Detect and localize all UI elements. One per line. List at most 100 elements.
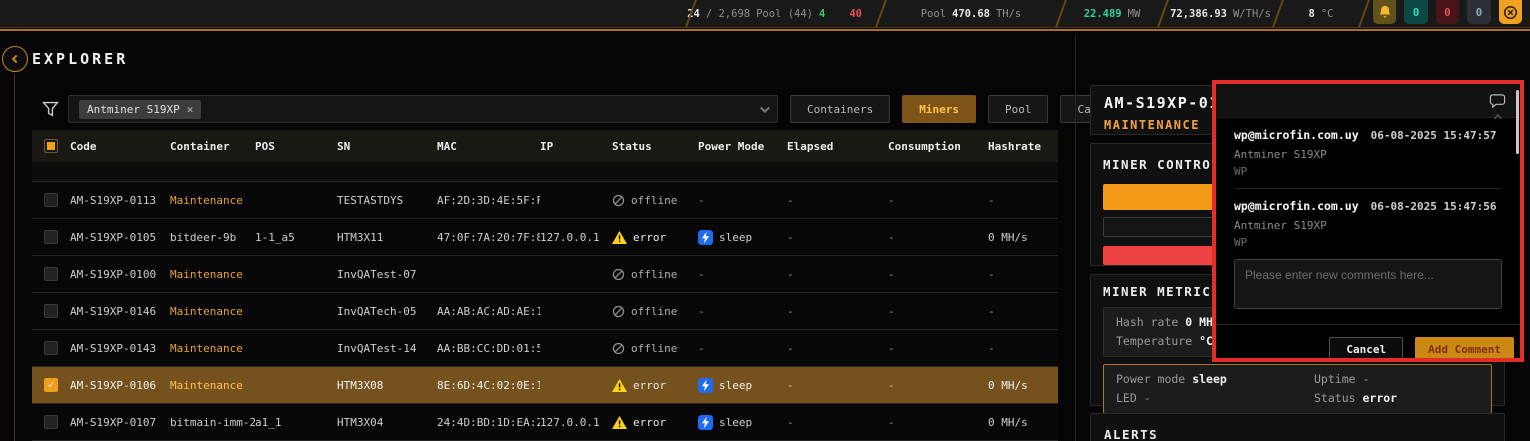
chevron-down-icon[interactable] bbox=[760, 103, 770, 113]
table-row[interactable]: AM-S19XP-0107bitmain-imm-2a1_1HTM3X0424:… bbox=[32, 404, 1058, 441]
filter-row: Antminer S19XP × ContainersMinersPoolCab… bbox=[42, 95, 71, 123]
comment-subject: Antminer S19XP bbox=[1234, 148, 1502, 161]
cell-power-mode: - bbox=[698, 194, 787, 207]
comment-divider bbox=[1234, 188, 1502, 189]
cell-hashrate: 0 MH/s bbox=[988, 379, 1058, 392]
cell-sn: HTM3X11 bbox=[337, 231, 437, 244]
comment-bubble-icon[interactable] bbox=[1489, 93, 1506, 109]
dismiss-button[interactable] bbox=[1499, 0, 1522, 24]
row-checkbox[interactable] bbox=[44, 267, 58, 281]
table-header-row: CodeContainerPOSSNMACIPStatusPower ModeE… bbox=[32, 130, 1058, 162]
cell-container: Maintenance bbox=[170, 379, 255, 392]
notifications-button[interactable] bbox=[1373, 0, 1396, 24]
cell-hashrate: - bbox=[988, 194, 1058, 207]
cell-mac: AF:2D:3D:4E:5F:FD bbox=[437, 194, 540, 207]
table-row[interactable]: AM-S19XP-0105bitdeer-9b1-1_a5HTM3X1147:0… bbox=[32, 219, 1058, 256]
error-warning-icon bbox=[612, 231, 627, 244]
cell-sn: InvQATech-05 bbox=[337, 305, 437, 318]
cell-mac: AA:AB:AC:AD:AE:12 bbox=[437, 305, 540, 318]
panel-left-border bbox=[14, 74, 15, 441]
view-button-containers[interactable]: Containers bbox=[790, 95, 890, 123]
row-checkbox[interactable] bbox=[44, 341, 58, 355]
sleep-mode-icon bbox=[698, 378, 713, 393]
comments-body: wp@microfin.com.uy 06-08-2025 15:47:57 A… bbox=[1216, 118, 1520, 362]
cell-code: AM-S19XP-0143 bbox=[70, 342, 170, 355]
led-label: LED bbox=[1116, 391, 1137, 405]
cell-sn: InvQATest-14 bbox=[337, 342, 437, 355]
row-checkbox[interactable] bbox=[44, 230, 58, 244]
cell-consumption: - bbox=[888, 416, 988, 429]
efficiency: 72,386.93 W/TH/s bbox=[1164, 0, 1277, 27]
cancel-button[interactable]: Cancel bbox=[1329, 337, 1403, 362]
view-button-pool[interactable]: Pool bbox=[988, 95, 1049, 123]
table-row[interactable]: AM-S19XP-0113MaintenanceTESTASTDYSAF:2D:… bbox=[32, 182, 1058, 219]
chevron-left-icon bbox=[12, 55, 20, 63]
sleep-mode-icon bbox=[698, 230, 713, 245]
cell-mac: 24:4D:BD:1D:EA:21 bbox=[437, 416, 540, 429]
status-text: offline bbox=[631, 342, 677, 355]
miner-explorer-screen: 24 / 2,698 Pool (44) 4 40 Pool 470.68 TH… bbox=[0, 0, 1530, 441]
row-checkbox[interactable] bbox=[44, 193, 58, 207]
row-checkbox[interactable] bbox=[44, 415, 58, 429]
cell-container: Maintenance bbox=[170, 268, 255, 281]
cell-elapsed: - bbox=[787, 194, 888, 207]
cell-consumption: - bbox=[888, 379, 988, 392]
cell-mac: AA:BB:CC:DD:01:5F bbox=[437, 342, 540, 355]
cell-status: error bbox=[612, 379, 698, 392]
led-line: LED - bbox=[1116, 389, 1314, 408]
scrollbar-thumb[interactable] bbox=[1516, 90, 1519, 154]
power-consumption: 22.489 MW bbox=[1062, 0, 1162, 27]
cell-container: Maintenance bbox=[170, 342, 255, 355]
filter-icon bbox=[42, 101, 59, 118]
column-header-pos: POS bbox=[255, 140, 337, 153]
column-header-elapsed: Elapsed bbox=[787, 140, 888, 153]
led-value: - bbox=[1144, 391, 1151, 405]
power-mode-text: sleep bbox=[719, 379, 752, 392]
status-text: error bbox=[633, 379, 666, 392]
cell-hashrate: - bbox=[988, 305, 1058, 318]
cell-code: AM-S19XP-0107 bbox=[70, 416, 170, 429]
table-row[interactable]: AM-S19XP-0143Maintenance InvQATest-14AA:B… bbox=[32, 330, 1058, 367]
column-header-power-mode: Power Mode bbox=[698, 140, 787, 153]
table-row[interactable]: AM-S19XP-0100MaintenanceInvQATest-07offl… bbox=[32, 256, 1058, 293]
column-header-status: Status bbox=[612, 140, 698, 153]
cell-hashrate: 0 MH/s bbox=[988, 231, 1058, 244]
cell-pos: a1_1 bbox=[255, 416, 337, 429]
status-text: error bbox=[633, 231, 666, 244]
power-mode-label: Power mode bbox=[1116, 372, 1185, 386]
column-header-sn: SN bbox=[337, 140, 437, 153]
cell-power-mode: sleep bbox=[698, 230, 787, 245]
add-comment-button[interactable]: Add Comment bbox=[1415, 337, 1514, 362]
efficiency-unit: W/TH/s bbox=[1233, 8, 1271, 20]
red-counter-badge[interactable]: 0 bbox=[1436, 0, 1459, 24]
teal-counter-badge[interactable]: 0 bbox=[1404, 0, 1427, 24]
comment-subject: Antminer S19XP bbox=[1234, 219, 1502, 232]
uptime-line: Uptime - bbox=[1314, 370, 1479, 389]
table-row[interactable]: AM-S19XP-0106MaintenanceHTM3X088E:6D:4C:… bbox=[32, 367, 1058, 404]
new-comment-input[interactable] bbox=[1234, 259, 1502, 309]
error-warning-icon bbox=[612, 379, 627, 392]
cell-consumption: - bbox=[888, 268, 988, 281]
miners-table: CodeContainerPOSSNMACIPStatusPower ModeE… bbox=[32, 130, 1058, 441]
row-checkbox[interactable] bbox=[44, 304, 58, 318]
miners-alert-count: 40 bbox=[849, 8, 862, 20]
table-body: AM-S19XP-0113MaintenanceTESTASTDYSAF:2D:… bbox=[32, 182, 1058, 441]
panel-divider bbox=[1075, 36, 1076, 441]
cell-sn: InvQATest-07 bbox=[337, 268, 437, 281]
comments-list: wp@microfin.com.uy 06-08-2025 15:47:57 A… bbox=[1234, 128, 1502, 249]
filter-chip[interactable]: Antminer S19XP × bbox=[79, 100, 201, 119]
select-all-checkbox[interactable] bbox=[44, 139, 58, 153]
chip-remove-icon[interactable]: × bbox=[187, 103, 194, 116]
power-unit: MW bbox=[1128, 8, 1141, 20]
cell-sn: HTM3X08 bbox=[337, 379, 437, 392]
column-header-consumption: Consumption bbox=[888, 140, 988, 153]
row-checkbox[interactable] bbox=[44, 378, 58, 392]
cell-sn: TESTASTDYS bbox=[337, 194, 437, 207]
view-button-miners[interactable]: Miners bbox=[902, 95, 976, 123]
cell-power-mode: sleep bbox=[698, 378, 787, 393]
status-line: Status error bbox=[1314, 389, 1479, 408]
table-row[interactable]: AM-S19XP-0146MaintenanceInvQATech-05AA:A… bbox=[32, 293, 1058, 330]
gray-counter-badge[interactable]: 0 bbox=[1467, 0, 1490, 24]
filter-input[interactable]: Antminer S19XP × bbox=[68, 95, 778, 123]
collapse-panel-button[interactable] bbox=[2, 46, 28, 72]
